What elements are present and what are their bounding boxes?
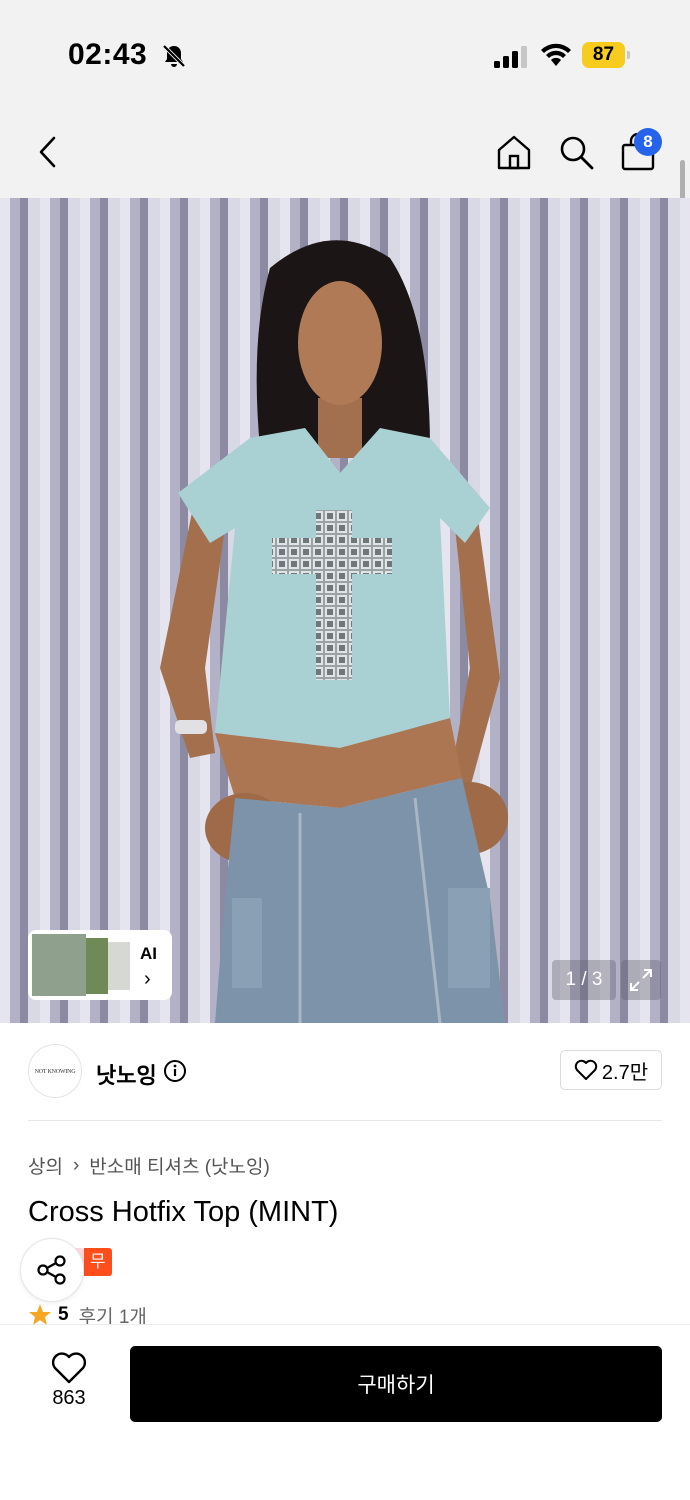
breadcrumb: 상의 › 반소매 티셔츠 (낫노잉) (28, 1152, 270, 1179)
bottom-action-bar: 863 구매하기 (0, 1324, 690, 1500)
wifi-icon (541, 43, 571, 66)
search-button[interactable] (552, 128, 600, 176)
breadcrumb-item-category[interactable]: 상의 (28, 1152, 63, 1179)
star-icon (29, 1304, 51, 1325)
breadcrumb-item-subcategory[interactable]: 반소매 티셔츠 (낫노잉) (89, 1152, 270, 1179)
bell-slash-icon (162, 44, 186, 68)
product-photo (0, 198, 690, 1023)
expand-icon (630, 969, 652, 991)
product-image[interactable] (0, 198, 690, 1023)
brand-like-count: 2.7만 (601, 1061, 649, 1084)
ai-lookbook-widget[interactable]: AI › (28, 930, 172, 1000)
divider (28, 1120, 662, 1121)
wishlist-count: 863 (52, 1387, 86, 1409)
ai-label: AI (140, 944, 157, 963)
expand-button[interactable] (621, 960, 661, 1000)
status-bar: 02:43 87 (0, 0, 690, 110)
brand-name[interactable]: 낫노잉 (96, 1058, 157, 1090)
rating-summary[interactable]: 5 후기 1개 (28, 1304, 147, 1326)
buy-button[interactable]: 구매하기 (130, 1346, 662, 1422)
share-icon (37, 1255, 66, 1285)
cart-count-badge: 8 (634, 128, 662, 156)
review-count[interactable]: 후기 1개 (79, 1304, 147, 1327)
brand-like-button[interactable]: 2.7만 (560, 1050, 662, 1090)
back-arrow-icon (39, 136, 56, 168)
status-time: 02:43 (68, 38, 148, 71)
home-icon (497, 135, 531, 170)
brand-row: NOT KNOWING 낫노잉 2.7만 (28, 1042, 662, 1102)
product-title: Cross Hotfix Top (MINT) (28, 1196, 339, 1228)
home-button[interactable] (490, 128, 538, 176)
battery-level: 87 (582, 42, 625, 68)
heart-icon (574, 1059, 598, 1080)
brand-logo[interactable]: NOT KNOWING (28, 1044, 82, 1098)
info-icon[interactable] (163, 1059, 187, 1083)
shipping-badge: 무진장 (84, 1248, 112, 1327)
rating-score: 5 (58, 1304, 69, 1325)
battery-icon: 87 (582, 42, 630, 68)
top-nav (0, 110, 690, 198)
chevron-right-icon: › (72, 1154, 80, 1176)
back-button[interactable] (24, 128, 72, 176)
image-page-indicator: 1 / 3 (552, 960, 616, 1000)
signal-icon (494, 46, 527, 68)
search-icon (560, 136, 594, 170)
lookbook-thumbnail (32, 934, 86, 996)
chevron-right-icon: › (144, 968, 151, 990)
heart-icon (51, 1352, 87, 1384)
share-button[interactable] (20, 1238, 84, 1302)
wishlist-button[interactable]: 863 (34, 1347, 104, 1417)
